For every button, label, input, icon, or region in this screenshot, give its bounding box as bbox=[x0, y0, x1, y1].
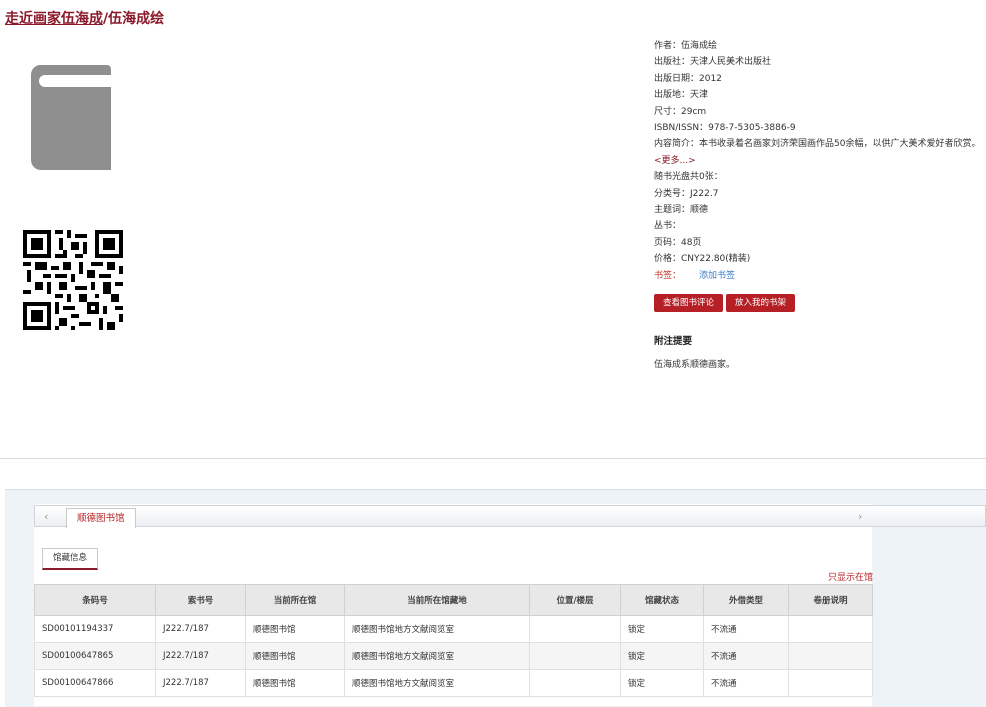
qr-code bbox=[23, 230, 123, 330]
book-metadata: 作者：伍海成绘 出版社：天津人民美术出版社 出版日期：2012 出版地：天津 尺… bbox=[654, 38, 984, 284]
cell-call-number: J222.7/187 bbox=[155, 615, 246, 643]
add-tag-link[interactable]: 添加书签 bbox=[699, 271, 735, 281]
col-loan-type: 外借类型 bbox=[703, 584, 789, 616]
notes-text: 伍海成系顺德画家。 bbox=[654, 360, 736, 370]
meta-pub-place: 出版地：天津 bbox=[654, 90, 709, 101]
book-icon bbox=[31, 65, 111, 170]
meta-pub-date: 出版日期：2012 bbox=[654, 73, 722, 84]
cell-call-number: J222.7/187 bbox=[155, 669, 246, 697]
cell-floor bbox=[529, 615, 621, 643]
cell-loan-type: 不流通 bbox=[703, 615, 789, 643]
tab-library[interactable]: 顺德图书馆 bbox=[66, 508, 136, 528]
cell-status: 锁定 bbox=[620, 615, 704, 643]
table-row: SD00101194337 J222.7/187 顺德图书馆 顺德图书馆地方文献… bbox=[34, 615, 873, 643]
cell-library: 顺德图书馆 bbox=[245, 669, 345, 697]
meta-pages: 页码：48页 bbox=[654, 237, 702, 248]
meta-isbn: ISBN/ISSN：978-7-5305-3886-9 bbox=[654, 123, 796, 134]
cell-volume-note bbox=[788, 615, 873, 643]
notes-heading: 附注提要 bbox=[654, 336, 693, 347]
tags-label: 书签： bbox=[654, 270, 682, 281]
cell-library: 顺德图书馆 bbox=[245, 642, 345, 670]
view-reviews-button[interactable]: 查看图书评论 bbox=[654, 294, 724, 312]
action-buttons: 查看图书评论 放入我的书架 bbox=[654, 290, 798, 312]
meta-size: 尺寸：29cm bbox=[654, 106, 707, 117]
title-author: 伍海成绘 bbox=[108, 11, 165, 27]
divider bbox=[0, 458, 986, 459]
col-library: 当前所在馆 bbox=[245, 584, 345, 616]
col-status: 馆藏状态 bbox=[620, 584, 704, 616]
more-link[interactable]: <更多...> bbox=[654, 156, 696, 166]
cell-location: 顺德图书馆地方文献阅览室 bbox=[344, 642, 530, 670]
meta-author: 作者：伍海成绘 bbox=[654, 41, 718, 51]
cell-loan-type: 不流通 bbox=[703, 642, 789, 670]
cell-barcode: SD00100647866 bbox=[34, 669, 156, 697]
cell-location: 顺德图书馆地方文献阅览室 bbox=[344, 615, 530, 643]
col-barcode: 条码号 bbox=[34, 584, 156, 616]
col-volume-note: 卷册说明 bbox=[788, 584, 873, 616]
col-call-number: 索书号 bbox=[155, 584, 246, 616]
meta-price: 价格：CNY22.80(精装) bbox=[654, 254, 751, 265]
cell-volume-note bbox=[788, 642, 873, 670]
meta-publisher: 出版社：天津人民美术出版社 bbox=[654, 57, 772, 68]
meta-class-no: 分类号：J222.7 bbox=[654, 188, 719, 199]
chevron-right-icon[interactable]: › bbox=[858, 510, 862, 523]
add-to-shelf-button[interactable]: 放入我的书架 bbox=[726, 294, 796, 312]
cell-call-number: J222.7/187 bbox=[155, 642, 246, 670]
table-header-row: 条码号 索书号 当前所在馆 当前所在馆藏地 位置/楼层 馆藏状态 外借类型 卷册… bbox=[34, 584, 873, 616]
cell-barcode: SD00100647865 bbox=[34, 642, 156, 670]
cell-barcode: SD00101194337 bbox=[34, 615, 156, 643]
chevron-left-icon[interactable]: ‹ bbox=[44, 510, 48, 523]
cell-location: 顺德图书馆地方文献阅览室 bbox=[344, 669, 530, 697]
cell-floor bbox=[529, 642, 621, 670]
meta-series: 丛书： bbox=[654, 221, 682, 232]
meta-summary: 内容简介：本书收录着名画家刘济荣国画作品50余幅，以供广大美术爱好者欣赏。 bbox=[654, 139, 981, 150]
cell-volume-note bbox=[788, 669, 873, 697]
col-floor: 位置/楼层 bbox=[529, 584, 621, 616]
meta-cd: 随书光盘共0张： bbox=[654, 172, 723, 183]
tab-holdings-info[interactable]: 馆藏信息 bbox=[42, 548, 99, 570]
cell-floor bbox=[529, 669, 621, 697]
cell-status: 锁定 bbox=[620, 669, 704, 697]
only-show-available-link[interactable]: 只显示在馆 bbox=[828, 570, 873, 583]
title-link-painter[interactable]: 走近画家伍海成 bbox=[5, 11, 103, 27]
page-title: 走近画家伍海成/伍海成绘 bbox=[5, 8, 164, 28]
table-row: SD00100647865 J222.7/187 顺德图书馆 顺德图书馆地方文献… bbox=[34, 642, 873, 670]
col-location: 当前所在馆藏地 bbox=[344, 584, 530, 616]
cell-library: 顺德图书馆 bbox=[245, 615, 345, 643]
library-tab-bar bbox=[34, 505, 986, 527]
table-row: SD00100647866 J222.7/187 顺德图书馆 顺德图书馆地方文献… bbox=[34, 669, 873, 697]
cell-status: 锁定 bbox=[620, 642, 704, 670]
meta-subject: 主题词：顺德 bbox=[654, 205, 709, 216]
holdings-table: 条码号 索书号 当前所在馆 当前所在馆藏地 位置/楼层 馆藏状态 外借类型 卷册… bbox=[34, 584, 873, 697]
cell-loan-type: 不流通 bbox=[703, 669, 789, 697]
